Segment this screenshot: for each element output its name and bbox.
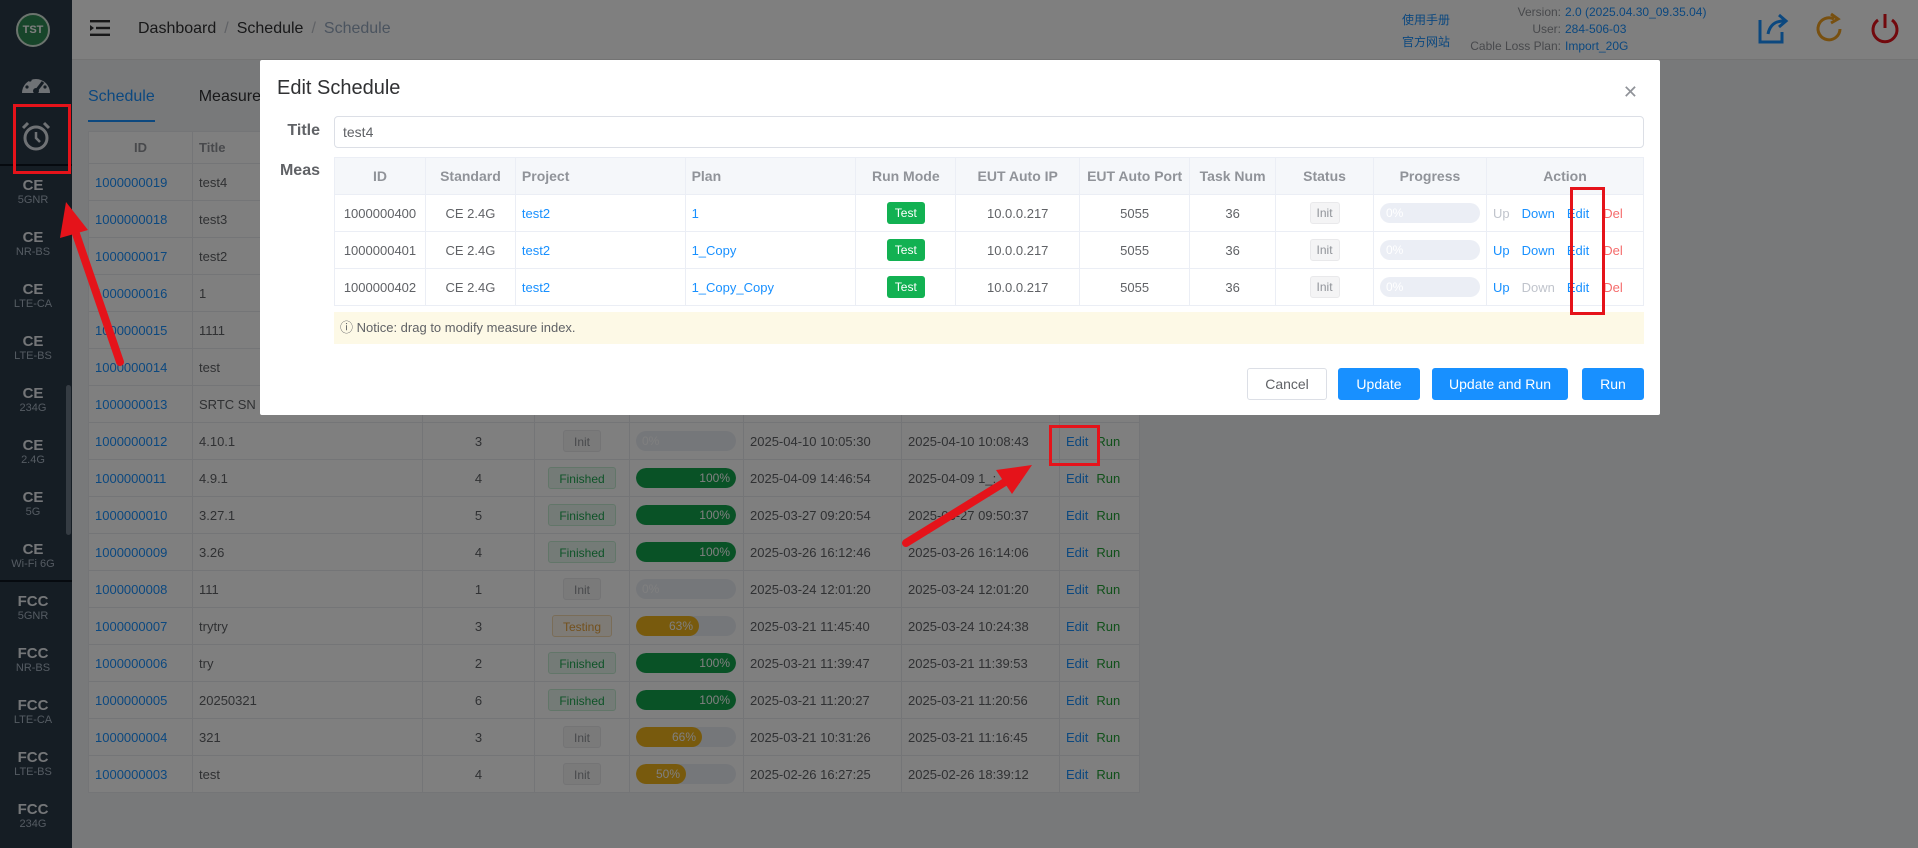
- annotation-arrow-sidebar: [70, 224, 124, 366]
- annotation-arrows: [60, 202, 1032, 547]
- annotation-arrowhead-sidebar: [60, 202, 88, 238]
- annotation-arrow-edit: [902, 478, 1009, 547]
- annotation-arrowhead-edit: [996, 465, 1032, 494]
